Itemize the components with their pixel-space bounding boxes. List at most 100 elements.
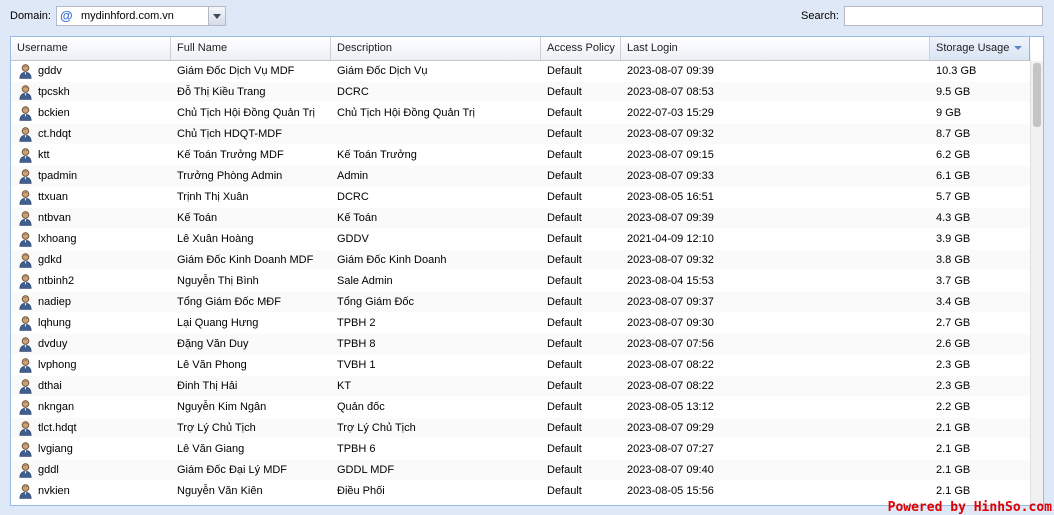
cell-policy: Default <box>547 191 582 203</box>
cell-last-login: 2023-08-07 09:39 <box>627 65 714 77</box>
cell-storage: 6.1 GB <box>936 170 971 182</box>
user-icon <box>19 400 32 415</box>
column-header-description[interactable]: Description <box>331 37 541 60</box>
cell-description: Trợ Lý Chủ Tịch <box>337 422 416 434</box>
table-row[interactable]: nvkien Nguyễn Văn Kiên Điều Phối Default 202… <box>11 481 1031 502</box>
cell-username: ntbinh2 <box>38 275 75 287</box>
user-icon <box>19 64 32 79</box>
cell-fullname: Lại Quang Hưng <box>177 317 259 329</box>
cell-policy: Default <box>547 254 582 266</box>
column-header-fullname[interactable]: Full Name <box>171 37 331 60</box>
cell-last-login: 2023-08-07 09:37 <box>627 296 714 308</box>
user-grid: Username Full Name Description Access Po… <box>10 36 1044 506</box>
cell-username: dthai <box>38 380 62 392</box>
cell-policy: Default <box>547 296 582 308</box>
table-row[interactable]: ct.hdqt Chủ Tịch HDQT-MDF Default 2023-08-0… <box>11 124 1031 145</box>
table-row[interactable]: ktt Kế Toán Trưởng MDF Kế Toán Trưởng Defau… <box>11 145 1031 166</box>
table-row[interactable]: lxhoang Lê Xuân Hoàng GDDV Default 2021-04-0… <box>11 229 1031 250</box>
table-row[interactable]: tpadmin Trưởng Phòng Admin Admin Default 202… <box>11 166 1031 187</box>
user-icon <box>19 421 32 436</box>
cell-fullname: Kế Toán <box>177 212 218 224</box>
cell-policy: Default <box>547 149 582 161</box>
cell-policy: Default <box>547 86 582 98</box>
table-row[interactable]: dvduy Đặng Văn Duy TPBH 8 Default 2023-08-07… <box>11 334 1031 355</box>
cell-storage: 3.8 GB <box>936 254 971 266</box>
cell-fullname: Trợ Lý Chủ Tịch <box>177 422 256 434</box>
chevron-down-icon[interactable] <box>208 7 225 25</box>
cell-storage: 2.1 GB <box>936 464 971 476</box>
grid-header: Username Full Name Description Access Po… <box>11 37 1031 61</box>
table-row[interactable]: ttxuan Trịnh Thị Xuân DCRC Default 2023-08-0… <box>11 187 1031 208</box>
cell-fullname: Nguyễn Kim Ngân <box>177 401 267 413</box>
cell-storage: 5.7 GB <box>936 191 971 203</box>
domain-select[interactable]: @ mydinhford.com.vn <box>56 6 226 26</box>
cell-description: TVBH 1 <box>337 359 376 371</box>
cell-description: Giám Đốc Dịch Vụ <box>337 65 428 77</box>
table-row[interactable]: lqhung Lại Quang Hưng TPBH 2 Default 2023-08… <box>11 313 1031 334</box>
cell-fullname: Tổng Giám Đốc MĐF <box>177 296 281 308</box>
table-row[interactable]: gddv Giám Đốc Dịch Vụ MDF Giám Đốc Dịch Vụ… <box>11 61 1031 82</box>
cell-policy: Default <box>547 464 582 476</box>
column-header-last-login[interactable]: Last Login <box>621 37 930 60</box>
column-header-access-policy[interactable]: Access Policy <box>541 37 621 60</box>
cell-description: TPBH 2 <box>337 317 376 329</box>
search-label: Search: <box>801 10 839 22</box>
cell-policy: Default <box>547 107 582 119</box>
cell-last-login: 2023-08-07 09:33 <box>627 170 714 182</box>
table-row[interactable]: tlct.hdqt Trợ Lý Chủ Tịch Trợ Lý Chủ Tịch D… <box>11 418 1031 439</box>
table-row[interactable]: nkngan Nguyễn Kim Ngân Quản đốc Default 2023… <box>11 397 1031 418</box>
table-row[interactable]: lvgiang Lê Văn Giang TPBH 6 Default 2023-08-… <box>11 439 1031 460</box>
cell-username: nkngan <box>38 401 75 413</box>
user-icon <box>19 148 32 163</box>
cell-username: lqhung <box>38 317 72 329</box>
table-row[interactable]: ntbvan Kế Toán Kế Toán Default 2023-08-07 09… <box>11 208 1031 229</box>
table-row[interactable]: tpcskh Đỗ Thị Kiều Trang DCRC Default 2023-0… <box>11 82 1031 103</box>
cell-policy: Default <box>547 170 582 182</box>
cell-fullname: Trịnh Thị Xuân <box>177 191 249 203</box>
cell-description: Chủ Tịch Hội Đồng Quản Trị <box>337 107 475 119</box>
cell-description: Sale Admin <box>337 275 393 287</box>
user-icon <box>19 190 32 205</box>
scrollbar-thumb[interactable] <box>1033 63 1041 127</box>
cell-last-login: 2023-08-07 07:56 <box>627 338 714 350</box>
table-row[interactable]: lvphong Lê Văn Phong TVBH 1 Default 2023-08-… <box>11 355 1031 376</box>
column-header-storage-usage[interactable]: Storage Usage <box>930 37 1030 60</box>
cell-fullname: Nguyễn Thị Bình <box>177 275 259 287</box>
cell-fullname: Giám Đốc Kinh Doanh MDF <box>177 254 314 266</box>
user-icon <box>19 127 32 142</box>
cell-username: lvgiang <box>38 443 73 455</box>
grid-body: gddv Giám Đốc Dịch Vụ MDF Giám Đốc Dịch Vụ… <box>11 61 1031 505</box>
cell-description: Kế Toán Trưởng <box>337 149 417 161</box>
cell-username: gddv <box>38 65 62 77</box>
cell-description: TPBH 8 <box>337 338 376 350</box>
cell-storage: 2.1 GB <box>936 422 971 434</box>
cell-username: ct.hdqt <box>38 128 72 140</box>
vertical-scrollbar[interactable] <box>1030 61 1043 505</box>
cell-policy: Default <box>547 422 582 434</box>
table-row[interactable]: nadiep Tổng Giám Đốc MĐF Tổng Giám Đốc Defa… <box>11 292 1031 313</box>
table-row[interactable]: bckien Chủ Tịch Hội Đồng Quản Trị Chủ Tịch… <box>11 103 1031 124</box>
cell-storage: 2.7 GB <box>936 317 971 329</box>
column-header-username[interactable]: Username <box>11 37 171 60</box>
cell-username: tpcskh <box>38 86 70 98</box>
cell-last-login: 2023-08-07 09:15 <box>627 149 714 161</box>
cell-username: bckien <box>38 107 70 119</box>
table-row[interactable]: dthai Đinh Thị Hải KT Default 2023-08-07 08:… <box>11 376 1031 397</box>
table-row[interactable]: gddl Giám Đốc Đại Lý MDF GDDL MDF Default 20… <box>11 460 1031 481</box>
cell-description: DCRC <box>337 191 369 203</box>
cell-fullname: Đặng Văn Duy <box>177 338 249 350</box>
cell-policy: Default <box>547 212 582 224</box>
cell-last-login: 2023-08-05 16:51 <box>627 191 714 203</box>
cell-description <box>331 124 541 145</box>
table-row[interactable]: gdkd Giám Đốc Kinh Doanh MDF Giám Đốc Kinh… <box>11 250 1031 271</box>
cell-fullname: Lê Văn Giang <box>177 443 245 455</box>
cell-last-login: 2023-08-05 15:56 <box>627 485 714 497</box>
search-input[interactable] <box>844 6 1043 26</box>
cell-storage: 3.7 GB <box>936 275 971 287</box>
cell-description: TPBH 6 <box>337 443 376 455</box>
user-icon <box>19 316 32 331</box>
table-row[interactable]: ntbinh2 Nguyễn Thị Bình Sale Admin Default 2… <box>11 271 1031 292</box>
user-icon <box>19 295 32 310</box>
user-icon <box>19 358 32 373</box>
cell-policy: Default <box>547 233 582 245</box>
